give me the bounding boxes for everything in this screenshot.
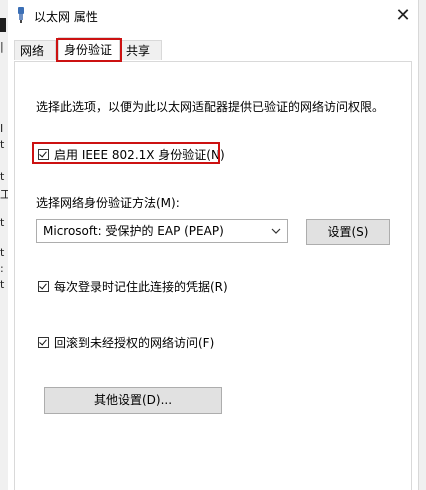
- fallback-unauthorized-label: 回滚到未经授权的网络访问(F): [54, 336, 215, 350]
- title-bar[interactable]: 以太网 属性 ✕: [8, 0, 418, 32]
- tab-authentication[interactable]: 身份验证: [58, 37, 120, 62]
- enable-8021x-row[interactable]: 启用 IEEE 802.1X 身份验证(N): [38, 146, 225, 163]
- background-char: t: [0, 170, 5, 183]
- background-char: :: [0, 262, 4, 275]
- auth-method-label: 选择网络身份验证方法(M):: [36, 196, 180, 210]
- remember-credentials-checkbox[interactable]: [38, 281, 49, 292]
- close-button[interactable]: ✕: [388, 0, 418, 30]
- tab-sharing[interactable]: 共享: [120, 40, 162, 60]
- background-char: I: [0, 122, 4, 135]
- network-adapter-icon: [18, 7, 24, 23]
- remember-credentials-row[interactable]: 每次登录时记住此连接的凭据(R): [38, 278, 228, 295]
- tab-label: 网络: [20, 44, 45, 58]
- tab-label: 共享: [126, 44, 151, 58]
- background-char: t: [0, 138, 5, 151]
- enable-8021x-checkbox[interactable]: [38, 149, 49, 160]
- panel-description: 选择此选项，以便为此以太网适配器提供已验证的网络访问权限。: [36, 100, 385, 114]
- dialog-right-edge: [418, 0, 426, 490]
- chevron-down-icon: [271, 228, 281, 234]
- auth-method-select[interactable]: Microsoft: 受保护的 EAP (PEAP): [36, 219, 288, 243]
- close-icon: ✕: [395, 4, 411, 26]
- tab-network[interactable]: 网络: [14, 40, 56, 60]
- background-window-dark-block: [0, 18, 6, 32]
- background-char: |: [0, 40, 4, 53]
- background-char: t: [0, 216, 5, 229]
- screenshot-stage: | I t t 工 t t : t 以太网 属性 ✕ 网络 身份验证 共享 选择…: [0, 0, 426, 490]
- tab-strip: 网络 身份验证 共享: [8, 36, 418, 62]
- settings-button[interactable]: 设置(S): [306, 219, 390, 245]
- authentication-panel: [14, 61, 412, 490]
- auth-method-value: Microsoft: 受保护的 EAP (PEAP): [43, 224, 224, 238]
- remember-credentials-label: 每次登录时记住此连接的凭据(R): [54, 280, 228, 294]
- tab-label: 身份验证: [64, 43, 113, 57]
- enable-8021x-label: 启用 IEEE 802.1X 身份验证(N): [54, 148, 225, 162]
- background-char: t: [0, 278, 5, 291]
- background-char: t: [0, 246, 5, 259]
- additional-settings-button[interactable]: 其他设置(D)...: [44, 387, 222, 414]
- fallback-unauthorized-checkbox[interactable]: [38, 337, 49, 348]
- fallback-unauthorized-row[interactable]: 回滚到未经授权的网络访问(F): [38, 334, 214, 351]
- properties-dialog: 以太网 属性 ✕ 网络 身份验证 共享 选择此选项，以便为此以太网适配器提供已验…: [8, 0, 426, 490]
- window-title: 以太网 属性: [34, 10, 98, 24]
